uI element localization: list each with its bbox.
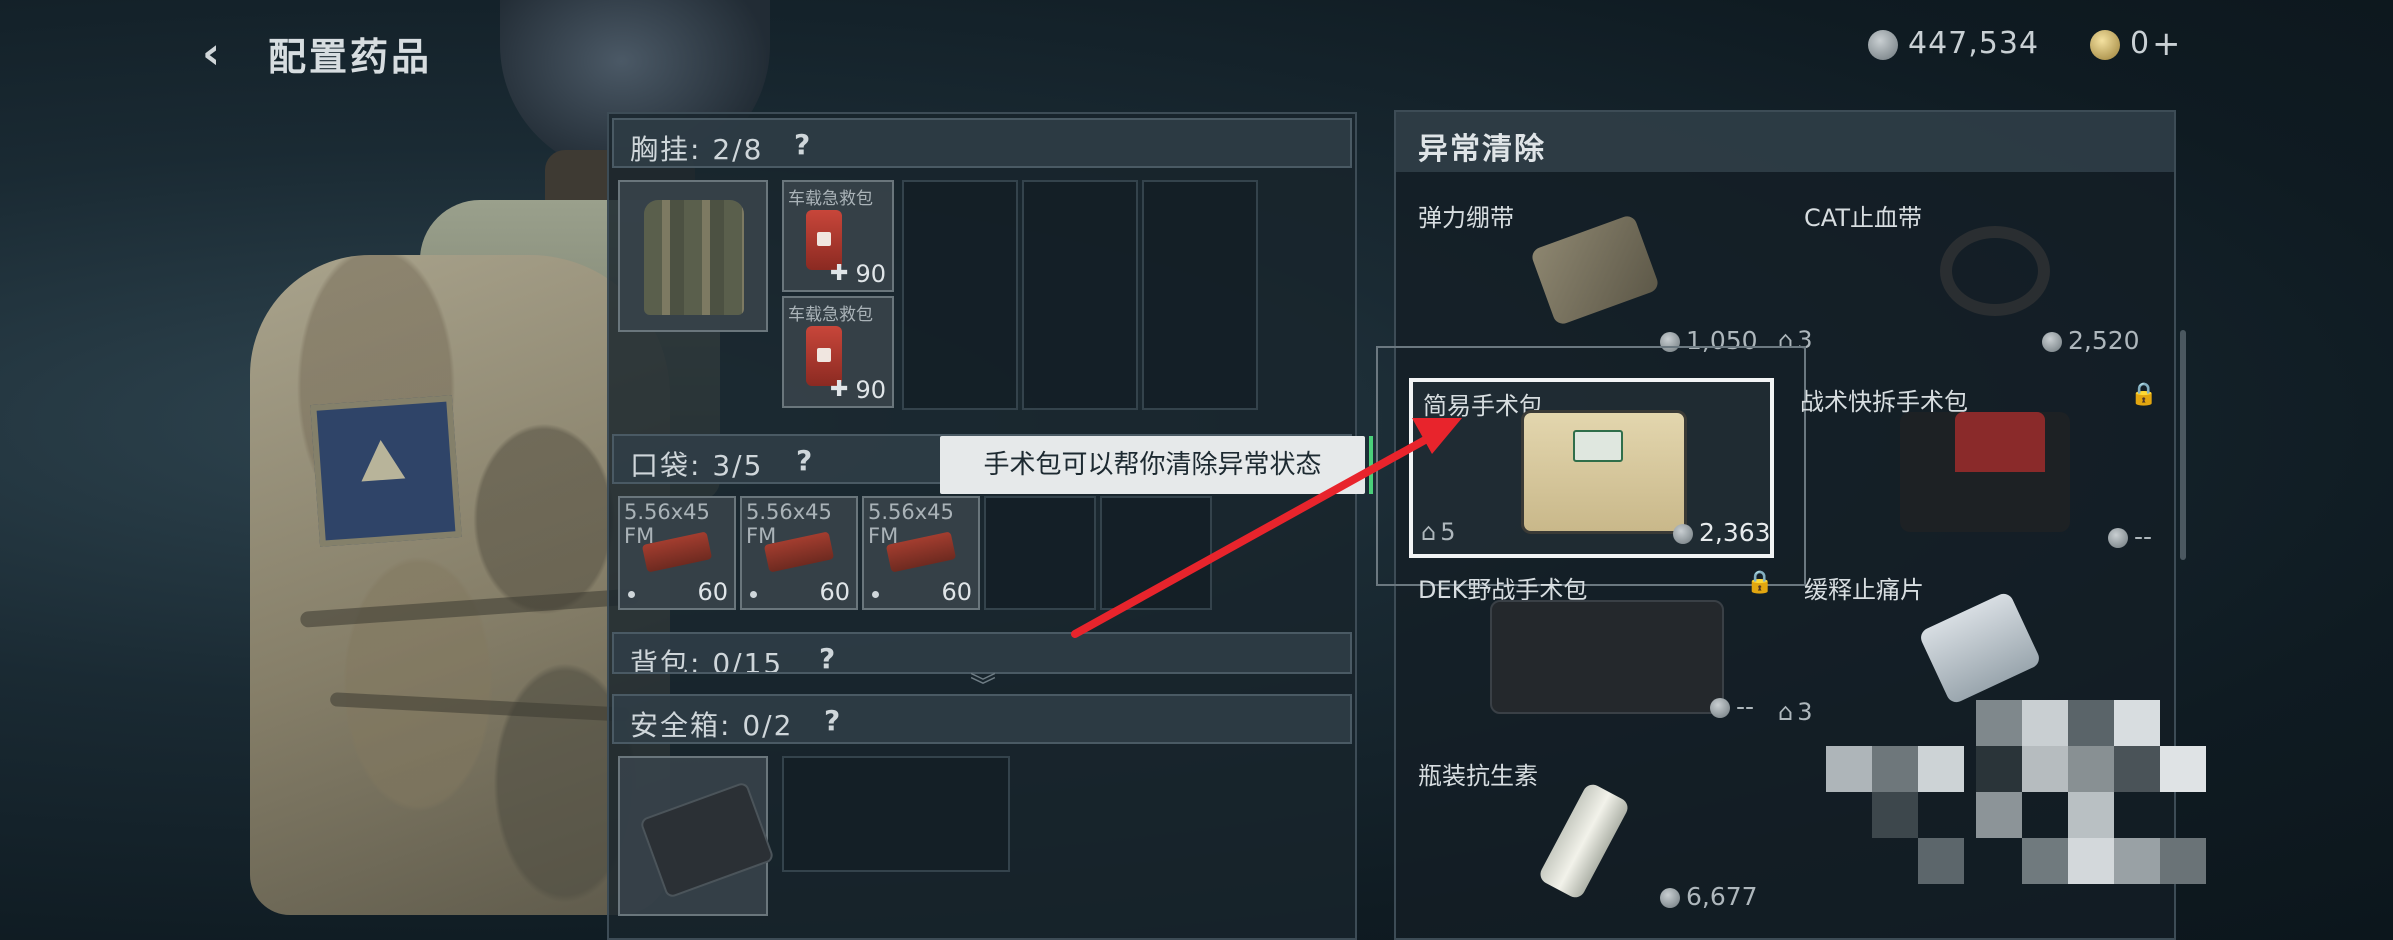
antibiotic-bottle-icon bbox=[1536, 781, 1632, 901]
pocket-slot-2[interactable]: 5.56x45 FM 60 bbox=[740, 496, 858, 610]
shop-item-tactical-surgery-kit[interactable]: 战术快拆手术包 🔒 -- bbox=[1790, 372, 2170, 552]
safe-slot-empty[interactable] bbox=[782, 756, 1010, 872]
lock-icon: 🔒 bbox=[1746, 570, 1774, 595]
chest-rig-equipment-slot[interactable] bbox=[618, 180, 768, 332]
shop-item-cat-tourniquet[interactable]: CAT止血带 3 2,520 bbox=[1790, 186, 2170, 356]
surgery-kit-icon bbox=[1521, 410, 1687, 534]
item-value: 60 bbox=[941, 578, 972, 606]
back-arrow-icon[interactable]: ‹ bbox=[202, 28, 220, 79]
heal-icon: ✚ bbox=[830, 261, 849, 286]
kit-label-icon bbox=[1573, 430, 1623, 462]
list-scrollbar[interactable] bbox=[2180, 330, 2186, 560]
item-name: 瓶装抗生素 bbox=[1418, 762, 1538, 790]
help-icon[interactable]: ? bbox=[824, 704, 840, 737]
gold-balance: 0 bbox=[2130, 26, 2151, 61]
item-price: 6,677 bbox=[1660, 882, 1758, 911]
stock-count: 3 bbox=[1778, 698, 1812, 726]
chest-slot-empty[interactable] bbox=[902, 180, 1018, 410]
item-price: 2,520 bbox=[2042, 326, 2140, 355]
heal-icon: ✚ bbox=[830, 377, 849, 402]
item-price: -- bbox=[2108, 522, 2152, 551]
tactical-kit-flap-icon bbox=[1955, 412, 2045, 472]
item-name: 车载急救包 bbox=[788, 189, 873, 209]
pocket-slot-3[interactable]: 5.56x45 FM 60 bbox=[862, 496, 980, 610]
item-price: 2,363 bbox=[1673, 518, 1771, 547]
shop-item-bottled-antibiotics[interactable]: 瓶装抗生素 6,677 bbox=[1410, 746, 1780, 930]
section-label: 安全箱: 0/2 bbox=[630, 709, 794, 742]
shop-item-simple-surgery-kit[interactable]: 简易手术包 5 2,363 bbox=[1409, 378, 1774, 558]
item-name: 弹力绷带 bbox=[1418, 204, 1514, 232]
pocket-slot-empty[interactable] bbox=[984, 496, 1096, 610]
item-name: 5.56x45 bbox=[746, 500, 832, 524]
tourniquet-icon bbox=[1940, 226, 2050, 316]
bandage-icon bbox=[1529, 213, 1661, 327]
section-chest-rig[interactable]: 胸挂: 2/8 ? bbox=[612, 118, 1352, 168]
pill-blister-icon bbox=[1917, 590, 2043, 706]
chest-rig-icon bbox=[644, 200, 744, 315]
help-icon[interactable]: ? bbox=[819, 642, 835, 672]
safe-case-icon bbox=[639, 781, 775, 899]
section-safe-box[interactable]: 安全箱: 0/2 ? bbox=[612, 694, 1352, 744]
section-label: 背包: 0/15 bbox=[630, 647, 784, 674]
silver-coin-icon bbox=[1868, 30, 1898, 60]
page-title: 配置药品 bbox=[268, 35, 433, 79]
dek-kit-icon bbox=[1490, 600, 1724, 714]
ammo-dot-icon bbox=[872, 591, 879, 598]
focus-indicator bbox=[1369, 436, 1373, 494]
item-name: 车载急救包 bbox=[788, 305, 873, 325]
chest-slot-empty[interactable] bbox=[1142, 180, 1258, 410]
shop-item-elastic-bandage[interactable]: 弹力绷带 1,050 bbox=[1410, 186, 1780, 356]
section-label: 胸挂: 2/8 bbox=[630, 133, 764, 166]
pocket-slot-empty[interactable] bbox=[1100, 496, 1212, 610]
add-currency-button[interactable]: + bbox=[2152, 24, 2182, 64]
item-value: 90 bbox=[855, 260, 886, 288]
pocket-slot-1[interactable]: 5.56x45 FM 60 bbox=[618, 496, 736, 610]
item-name: 缓释止痛片 bbox=[1804, 576, 1924, 604]
item-value: 60 bbox=[697, 578, 728, 606]
silver-balance: 447,534 bbox=[1908, 26, 2040, 61]
chest-slot-2[interactable]: 车载急救包 ✚ 90 bbox=[782, 296, 894, 408]
ammo-dot-icon bbox=[750, 591, 757, 598]
item-price: -- bbox=[1710, 692, 1754, 721]
stock-count: 5 bbox=[1421, 518, 1455, 546]
help-icon[interactable]: ? bbox=[794, 128, 810, 161]
item-value: 90 bbox=[855, 376, 886, 404]
ammo-dot-icon bbox=[628, 591, 635, 598]
tooltip: 手术包可以帮你清除异常状态 bbox=[940, 436, 1365, 494]
chest-slot-1[interactable]: 车载急救包 ✚ 90 bbox=[782, 180, 894, 292]
item-value: 60 bbox=[819, 578, 850, 606]
gold-coin-icon bbox=[2090, 30, 2120, 60]
item-name: 5.56x45 bbox=[624, 500, 710, 524]
lock-icon: 🔒 bbox=[2130, 382, 2158, 407]
shop-item-dek-field-surgery-kit[interactable]: DEK野战手术包 🔒 -- bbox=[1410, 560, 1780, 740]
help-icon[interactable]: ? bbox=[796, 444, 812, 477]
patch-emblem-icon bbox=[358, 438, 406, 482]
section-label: 口袋: 3/5 bbox=[630, 449, 764, 482]
item-name: CAT止血带 bbox=[1804, 204, 1922, 232]
chest-slot-empty[interactable] bbox=[1022, 180, 1138, 410]
item-name: 5.56x45 bbox=[868, 500, 954, 524]
safe-box-equipment-slot[interactable] bbox=[618, 756, 775, 916]
category-title: 异常清除 bbox=[1418, 132, 1546, 167]
